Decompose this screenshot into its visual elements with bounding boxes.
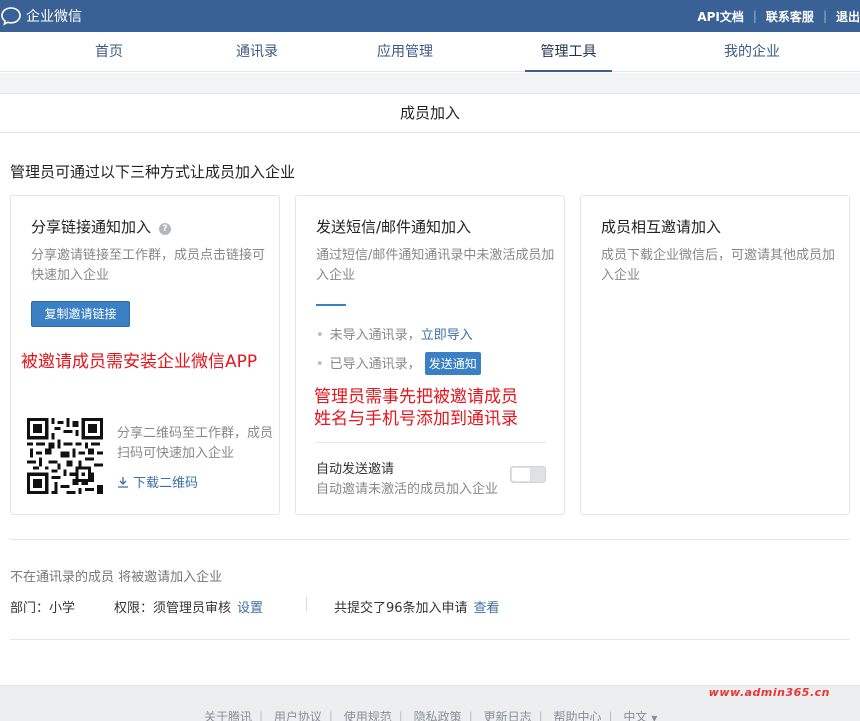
card-sms-email: 发送短信/邮件通知加入 通过短信/邮件通知通讯录中未激活成员加入企业 • 未导入通…: [295, 195, 565, 515]
logo[interactable]: 企业微信: [0, 5, 82, 27]
red-annotation-line2: 姓名与手机号添加到通讯录: [314, 409, 518, 429]
qr-desc: 分享二维码至工作群，成员扫码可快速加入企业: [117, 426, 274, 461]
footer-link-terms[interactable]: 用户协议: [274, 710, 322, 721]
logo-text: 企业微信: [26, 9, 82, 25]
section-divider: [10, 539, 850, 540]
card-desc: 成员下载企业微信后，可邀请其他成员加入企业: [601, 248, 836, 283]
card-desc: 分享邀请链接至工作群，成员点击链接可快速加入企业: [31, 248, 266, 283]
card-share-link: 分享链接通知加入? 分享邀请链接至工作群，成员点击链接可快速加入企业 复制邀请链…: [10, 195, 280, 515]
download-qr-link[interactable]: 下载二维码: [117, 472, 198, 491]
card-title: 发送短信/邮件通知加入: [316, 218, 472, 236]
send-notification-button[interactable]: 发送通知: [424, 352, 481, 375]
requests-row: 共提交了96条加入申请 查看: [334, 601, 500, 616]
caret-down-icon: ▼: [651, 714, 658, 721]
pending-members-text: 不在通讯录的成员 将被邀请加入企业: [10, 570, 223, 585]
auto-invite-toggle[interactable]: [510, 466, 546, 483]
nav-app-management[interactable]: 应用管理: [370, 32, 440, 72]
footer-links: 关于腾讯 | 用户协议 | 使用规范 | 隐私政策 | 更新日志 | 帮助中心 | 中文 ▼: [204, 708, 657, 721]
contact-support-link[interactable]: 联系客服: [766, 8, 814, 25]
bullet-not-imported: • 未导入通讯录，立即导入: [316, 328, 473, 343]
permission-row: 权限：须管理员审核 设置: [114, 601, 264, 616]
red-annotation-line1: 管理员需事先把被邀请成员: [314, 387, 518, 407]
auto-invite-desc: 自动邀请未激活的成员加入企业: [316, 482, 499, 497]
nav-home[interactable]: 首页: [80, 32, 138, 72]
wecom-logo-icon: [1, 7, 21, 26]
accent-rule: [316, 304, 346, 306]
import-now-link[interactable]: 立即导入: [421, 328, 473, 343]
spacer-band: [0, 73, 860, 93]
card-mutual-invite: 成员相互邀请加入 成员下载企业微信后，可邀请其他成员加入企业: [580, 195, 850, 515]
vertical-separator: [306, 597, 307, 611]
toggle-knob: [512, 468, 530, 481]
nav-my-enterprise[interactable]: 我的企业: [714, 32, 790, 72]
top-links: API文档 | 联系客服 | 退出: [697, 8, 860, 25]
api-docs-link[interactable]: API文档: [697, 8, 744, 25]
footer-link-about[interactable]: 关于腾讯: [204, 710, 252, 721]
help-icon[interactable]: ?: [159, 223, 172, 235]
footer-link-usage-rules[interactable]: 使用规范: [344, 710, 392, 721]
settings-link[interactable]: 设置: [237, 601, 263, 616]
section-divider: [10, 639, 850, 640]
footer-link-help[interactable]: 帮助中心: [553, 710, 601, 721]
divider: [316, 442, 546, 443]
page-title: 成员加入: [0, 93, 860, 133]
card-desc: 通过短信/邮件通知通讯录中未激活成员加入企业: [316, 248, 555, 283]
red-annotation: 被邀请成员需安装企业微信APP: [21, 352, 258, 372]
language-select[interactable]: 中文 ▼: [623, 710, 657, 721]
nav-management-tools[interactable]: 管理工具: [525, 32, 612, 72]
footer: www.admin365.cn 关于腾讯 | 用户协议 | 使用规范 | 隐私政策 | …: [0, 685, 860, 721]
top-bar: 企业微信 API文档 | 联系客服 | 退出: [0, 0, 860, 32]
watermark-text: www.admin365.cn: [708, 686, 830, 699]
footer-link-changelog[interactable]: 更新日志: [484, 710, 532, 721]
intro-text: 管理员可通过以下三种方式让成员加入企业: [10, 163, 296, 181]
logout-link[interactable]: 退出: [836, 8, 860, 25]
main-nav: 首页 通讯录 应用管理 管理工具 我的企业: [0, 32, 860, 72]
card-title: 成员相互邀请加入: [601, 218, 722, 236]
bullet-imported: • 已导入通讯录， 发送通知: [316, 352, 481, 375]
department-label: 部门：小学: [10, 601, 76, 616]
footer-link-privacy[interactable]: 隐私政策: [414, 710, 462, 721]
copy-invite-link-button[interactable]: 复制邀请链接: [31, 301, 130, 327]
qr-code-image: [27, 418, 103, 494]
card-title: 分享链接通知加入?: [31, 216, 172, 237]
auto-invite-title: 自动发送邀请: [316, 462, 395, 477]
download-icon: [118, 477, 128, 488]
nav-contacts[interactable]: 通讯录: [228, 32, 286, 72]
view-requests-link[interactable]: 查看: [474, 601, 500, 616]
